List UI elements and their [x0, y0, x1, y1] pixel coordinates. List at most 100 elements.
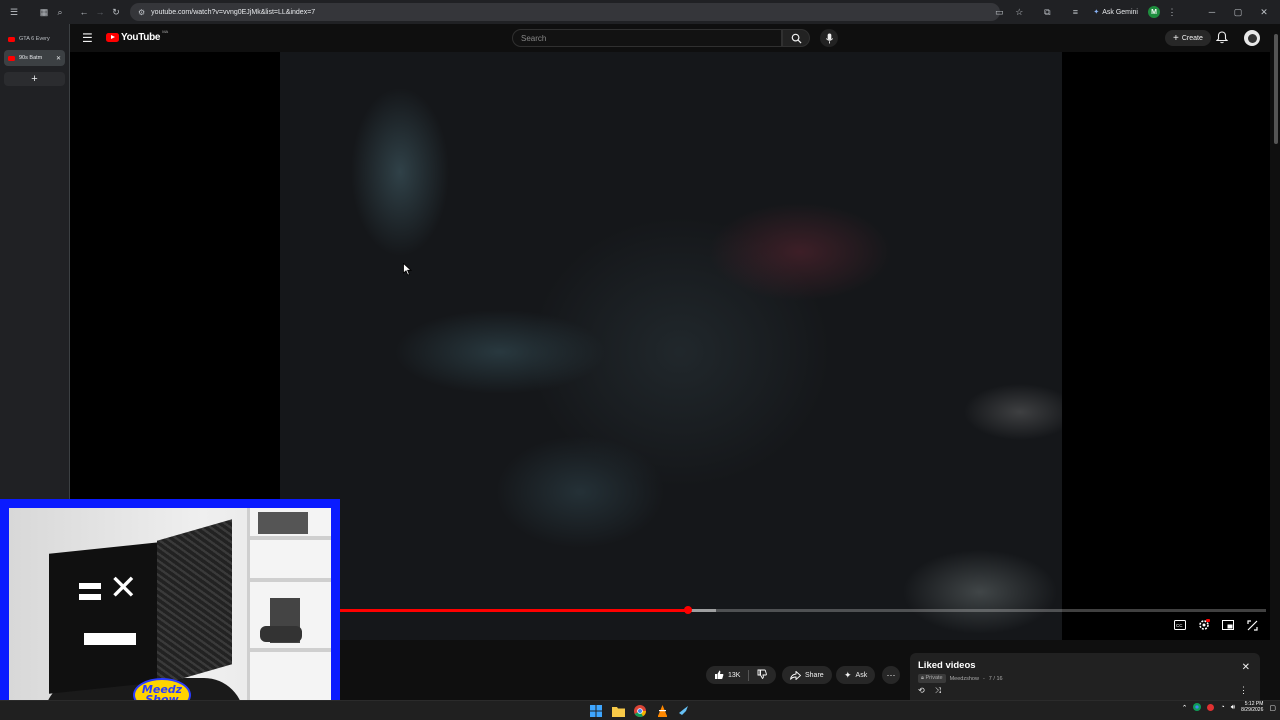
chrome-tray-icon[interactable]: [1193, 702, 1202, 713]
fullscreen-icon: [1246, 619, 1258, 631]
like-count: 13K: [728, 671, 741, 679]
ask-gemini-label: Ask Gemini: [1102, 8, 1138, 16]
tab-grid-icon[interactable]: ▦: [36, 4, 52, 20]
search-button[interactable]: [782, 29, 810, 47]
ask-label: Ask: [855, 671, 868, 679]
site-info-icon[interactable]: ⚙: [138, 8, 145, 17]
notification-center-icon[interactable]: ▢: [1269, 704, 1276, 712]
like-button[interactable]: 13K: [714, 670, 740, 680]
back-icon[interactable]: ←: [76, 4, 92, 20]
windows-start-icon[interactable]: [588, 703, 604, 719]
youtube-favicon-icon: [8, 36, 15, 42]
youtube-wordmark: YouTube: [121, 32, 161, 43]
settings-button[interactable]: [1196, 618, 1212, 632]
video-frame: [280, 52, 1062, 640]
gear-icon: [1199, 619, 1210, 630]
create-button[interactable]: + Create: [1165, 30, 1211, 46]
playlist-title[interactable]: Liked videos: [918, 660, 976, 671]
search-icon: [791, 33, 802, 44]
tab-label: 90s Batm: [19, 55, 43, 61]
vertical-tab-strip: GTA 6 Every 90s Batm ✕ +: [0, 24, 70, 500]
browser-toolbar: ☰ ▦ ⌕ ← → ↻ ⚙ youtube.com/watch?v=vvng0E…: [0, 0, 1280, 24]
loop-icon[interactable]: ⟲: [918, 686, 925, 696]
app-tray-icon[interactable]: [1207, 704, 1215, 712]
url-text: youtube.com/watch?v=vvng0EJjMk&list=LL&i…: [151, 8, 316, 16]
sidebar-toggle-icon[interactable]: ☰: [6, 4, 22, 20]
dislike-button[interactable]: [757, 669, 768, 681]
separator: -: [982, 675, 985, 682]
reading-list-icon[interactable]: ≡: [1067, 4, 1083, 20]
fullscreen-button[interactable]: [1244, 618, 1260, 632]
chrome-menu-icon[interactable]: ⋮: [1164, 4, 1180, 20]
box-head-side: [157, 519, 232, 686]
page-scrollbar[interactable]: [1272, 24, 1280, 700]
playlist-panel: Liked videos 🔒︎ Private Meedzshow - 7 / …: [910, 653, 1260, 700]
minimize-icon[interactable]: ─: [1204, 4, 1220, 20]
windows-taskbar: ⌃ ◔ 🔊︎ 5:12 PM 8/29/2026 ▢: [0, 700, 1280, 720]
privacy-badge: 🔒︎ Private: [918, 674, 946, 683]
screen: ☰ ▦ ⌕ ← → ↻ ⚙ youtube.com/watch?v=vvng0E…: [0, 0, 1280, 720]
subtitles-button[interactable]: CC: [1172, 618, 1188, 632]
webcam-overlay: ✕ Meedz Show: [0, 499, 340, 720]
playlist-owner[interactable]: Meedzshow: [950, 676, 979, 682]
bookshelf: [247, 508, 331, 713]
sparkle-icon: ✦: [844, 669, 852, 680]
cast-icon[interactable]: ▭: [991, 4, 1007, 20]
notifications-button[interactable]: [1215, 31, 1229, 49]
address-bar[interactable]: ⚙ youtube.com/watch?v=vvng0EJjMk&list=LL…: [130, 3, 1000, 21]
voice-search-button[interactable]: [820, 29, 838, 47]
forward-icon[interactable]: →: [92, 4, 108, 20]
volume-icon[interactable]: 🔊︎: [1231, 704, 1235, 712]
file-explorer-icon[interactable]: [610, 703, 626, 719]
search-input[interactable]: [521, 33, 781, 43]
bookmark-star-icon[interactable]: ☆: [1011, 4, 1027, 20]
reload-icon[interactable]: ↻: [108, 4, 124, 20]
bell-icon: [1215, 31, 1229, 44]
thumbs-down-icon: [758, 669, 768, 680]
shuffle-icon[interactable]: ⤨: [935, 686, 941, 696]
miniplayer-button[interactable]: [1220, 618, 1236, 632]
more-actions-button[interactable]: ⋯: [882, 666, 900, 684]
equals-eye: [79, 583, 101, 589]
plus-icon: +: [1173, 32, 1179, 44]
system-tray: ⌃ ◔ 🔊︎ 5:12 PM 8/29/2026 ▢: [1182, 701, 1276, 714]
scrollbar-thumb[interactable]: [1274, 34, 1278, 144]
profile-avatar[interactable]: M: [1148, 6, 1160, 18]
create-label: Create: [1181, 34, 1203, 42]
tab-search-icon[interactable]: ⌕: [52, 4, 68, 20]
new-tab-button[interactable]: +: [4, 72, 65, 86]
steam-icon[interactable]: [676, 703, 692, 719]
miniplayer-icon: [1222, 620, 1234, 630]
share-button[interactable]: Share: [782, 666, 832, 684]
share-icon: [790, 670, 801, 680]
ask-button[interactable]: ✦ Ask: [836, 666, 876, 684]
tray-overflow-icon[interactable]: ⌃: [1182, 704, 1188, 712]
close-playlist-icon[interactable]: ✕: [1242, 662, 1250, 673]
tab-gta6[interactable]: GTA 6 Every: [4, 31, 65, 47]
close-tab-icon[interactable]: ✕: [56, 55, 61, 62]
tab-90s-batman[interactable]: 90s Batm ✕: [4, 50, 65, 66]
chrome-icon[interactable]: [632, 703, 648, 719]
search-box: [512, 29, 782, 47]
maximize-icon[interactable]: ▢: [1230, 4, 1246, 20]
ask-gemini-button[interactable]: ✦ Ask Gemini: [1087, 8, 1144, 17]
wifi-icon[interactable]: ◔: [1220, 704, 1224, 711]
vlc-icon[interactable]: [654, 703, 670, 719]
youtube-header: ☰ YouTube MA + Create: [70, 24, 1280, 52]
privacy-label: Private: [925, 675, 943, 681]
account-avatar[interactable]: [1244, 30, 1260, 46]
mouse-cursor-icon: [403, 263, 412, 276]
playlist-menu-icon[interactable]: ⋮: [1239, 685, 1248, 696]
microphone-icon: [825, 32, 833, 44]
clock-date: 8/29/2026: [1241, 706, 1264, 713]
thumbs-up-icon: [715, 670, 724, 679]
guide-menu-icon[interactable]: ☰: [82, 31, 93, 45]
clock[interactable]: 5:12 PM 8/29/2026: [1241, 701, 1264, 714]
extensions-icon[interactable]: ⧉: [1039, 4, 1055, 20]
youtube-logo[interactable]: YouTube MA: [106, 29, 168, 43]
youtube-favicon-icon: [8, 55, 15, 61]
box-mouth: [84, 633, 136, 645]
close-window-icon[interactable]: ✕: [1256, 4, 1272, 20]
box-head: [49, 542, 159, 694]
webcam-feed: ✕ Meedz Show: [9, 508, 331, 713]
